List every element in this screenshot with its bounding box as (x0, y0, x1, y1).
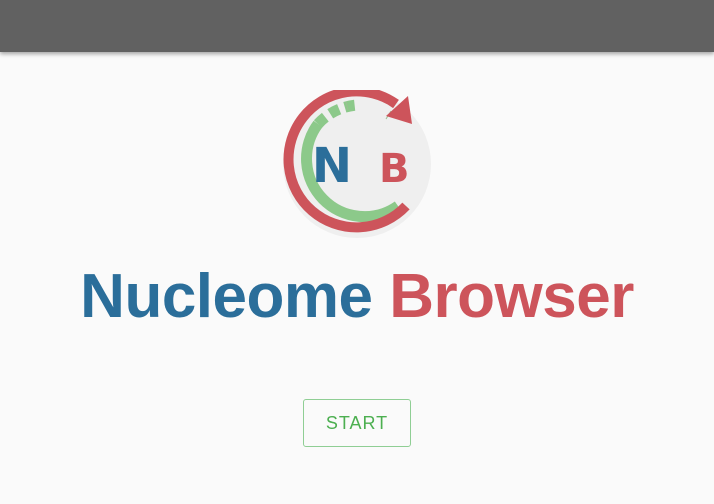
app-bar (0, 0, 714, 52)
app-title: Nucleome Browser (0, 262, 714, 332)
logo-initial-n: N (312, 138, 352, 194)
app-title-part-2: Browser (389, 262, 634, 331)
start-button[interactable]: START (303, 399, 411, 447)
logo-initial-b: B (379, 146, 410, 192)
app-title-part-1: Nucleome (80, 262, 373, 331)
nucleome-browser-logo-icon: N B (283, 90, 431, 238)
